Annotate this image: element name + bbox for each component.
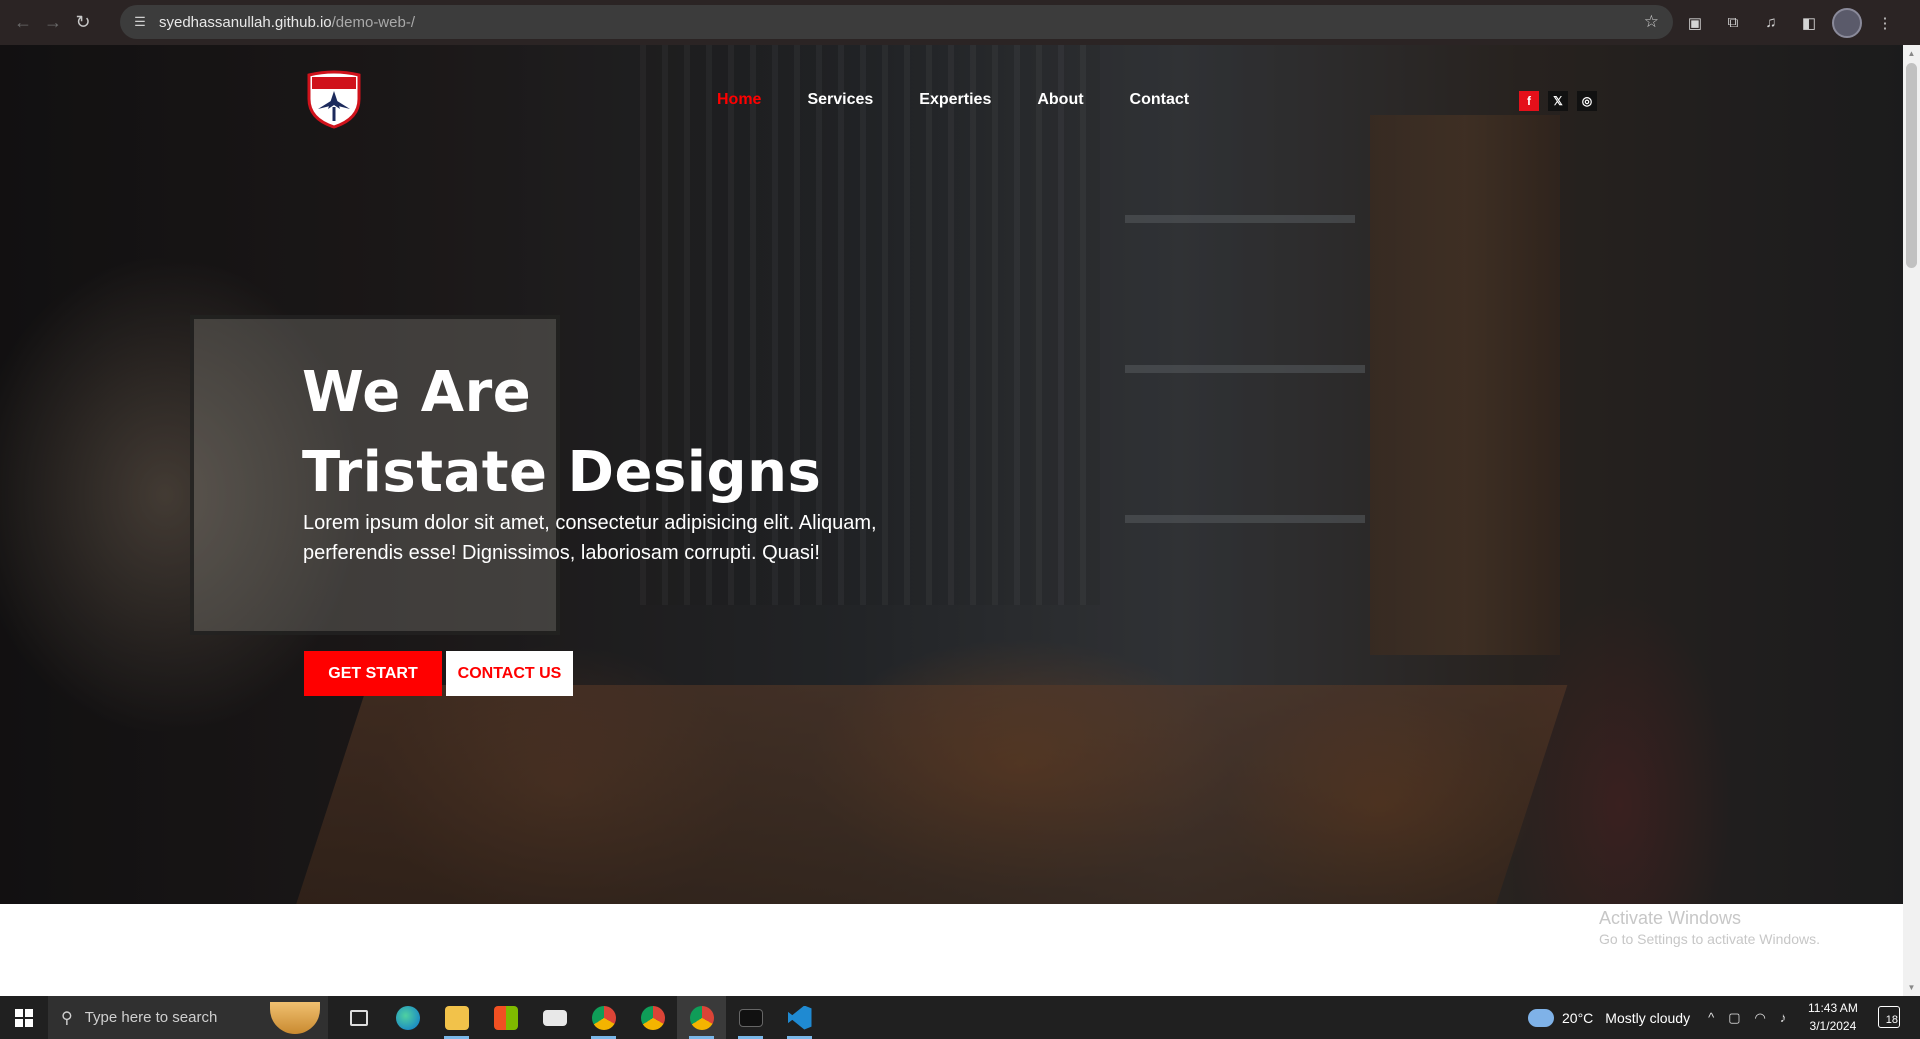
activate-windows-title: Activate Windows (1599, 908, 1742, 928)
extensions-icon[interactable]: ⧉ (1718, 8, 1748, 38)
mail-icon[interactable] (530, 996, 579, 1039)
network-icon[interactable]: ◠ (1755, 1010, 1766, 1026)
weather-condition[interactable]: Mostly cloudy (1605, 1010, 1690, 1026)
facebook-icon[interactable]: f (1519, 91, 1539, 111)
forward-icon[interactable]: → (38, 8, 68, 38)
windows-logo-icon (15, 1008, 33, 1027)
search-highlight-noodles-icon (270, 1002, 320, 1034)
windows-taskbar: ⚲ Type here to search 20°C Mostly cloudy… (0, 996, 1920, 1039)
media-controls-icon[interactable]: ♫ (1756, 8, 1786, 38)
contact-us-button[interactable]: CONTACT US (446, 651, 573, 696)
site-info-icon[interactable]: ☰ (131, 13, 149, 31)
activate-windows-subtitle: Go to Settings to activate Windows. (1599, 931, 1820, 947)
start-button[interactable] (0, 996, 48, 1039)
weather-temperature[interactable]: 20°C (1562, 1010, 1593, 1026)
screenshot-extension-icon[interactable]: ▣ (1680, 8, 1710, 38)
bookmark-star-icon[interactable]: ☆ (1644, 12, 1659, 32)
taskbar-apps (334, 996, 824, 1039)
meet-now-icon[interactable]: ▢ (1728, 1010, 1740, 1026)
terminal-icon[interactable] (726, 996, 775, 1039)
address-bar[interactable]: ☰ syedhassanullah.github.io/demo-web-/ ☆ (120, 5, 1673, 39)
scrollbar-thumb[interactable] (1906, 63, 1917, 268)
url-domain: syedhassanullah.github.io (159, 13, 332, 31)
system-tray: 20°C Mostly cloudy ^ ▢ ◠ ♪ (1528, 996, 1800, 1039)
hero-headline-line1: We Are (302, 360, 532, 425)
clock-time: 11:43 AM (1808, 1001, 1858, 1015)
search-placeholder: Type here to search (84, 1009, 218, 1026)
reload-icon[interactable]: ↻ (68, 8, 98, 38)
nav-experties[interactable]: Experties (919, 91, 991, 109)
tristate-logo[interactable] (304, 69, 364, 129)
hero-overlay (0, 45, 1903, 904)
clock-date: 3/1/2024 (1809, 1019, 1857, 1033)
nav-services[interactable]: Services (807, 91, 873, 109)
hero-section: Home Services Experties About Contact f … (0, 45, 1903, 904)
main-nav: Home Services Experties About Contact (717, 91, 1235, 109)
hero-lead-text: Lorem ipsum dolor sit amet, consectetur … (303, 512, 877, 564)
hero-headline: We Are Tristate Designs (302, 353, 821, 513)
page-scrollbar[interactable]: ▲ ▼ (1903, 45, 1920, 996)
chrome-active-icon[interactable] (677, 996, 726, 1039)
file-explorer-icon[interactable] (432, 996, 481, 1039)
nav-home[interactable]: Home (717, 91, 761, 109)
social-links: f 𝕏 ◎ (1519, 91, 1597, 111)
microsoft-store-icon[interactable] (481, 996, 530, 1039)
side-panel-icon[interactable]: ◧ (1794, 8, 1824, 38)
back-icon[interactable]: ← (8, 8, 38, 38)
notification-center-icon[interactable]: 18 (1878, 1006, 1900, 1028)
vscode-icon[interactable] (775, 996, 824, 1039)
nav-contact[interactable]: Contact (1130, 91, 1190, 109)
scroll-down-arrow-icon[interactable]: ▼ (1907, 983, 1916, 992)
search-icon: ⚲ (61, 1009, 73, 1027)
nav-about[interactable]: About (1037, 91, 1083, 109)
weather-cloud-icon[interactable] (1528, 1008, 1554, 1027)
chrome-profile-r-icon[interactable] (579, 996, 628, 1039)
page-viewport: Home Services Experties About Contact f … (0, 45, 1903, 996)
instagram-icon[interactable]: ◎ (1577, 91, 1597, 111)
hero-headline-line2: Tristate Designs (302, 440, 822, 505)
volume-icon[interactable]: ♪ (1780, 1010, 1787, 1025)
url-path: /demo-web-/ (331, 13, 415, 31)
edge-icon[interactable] (383, 996, 432, 1039)
chrome-profile-b-icon[interactable] (628, 996, 677, 1039)
task-view-icon[interactable] (334, 996, 383, 1039)
menu-dots-icon[interactable]: ⋮ (1870, 8, 1900, 38)
taskbar-search[interactable]: ⚲ Type here to search (48, 996, 328, 1039)
notification-count: 18 (1885, 1014, 1898, 1026)
show-hidden-icons-chevron-icon[interactable]: ^ (1708, 1010, 1714, 1025)
twitter-icon[interactable]: 𝕏 (1548, 91, 1568, 111)
browser-toolbar-right: ▣ ⧉ ♫ ◧ ⋮ (1680, 0, 1900, 45)
get-start-button[interactable]: GET START (304, 651, 442, 696)
browser-toolbar: ← → ↻ ☰ syedhassanullah.github.io/demo-w… (0, 0, 1920, 45)
profile-avatar[interactable] (1832, 7, 1862, 38)
activate-windows-watermark: Activate Windows Go to Settings to activ… (1599, 907, 1820, 949)
scroll-up-arrow-icon[interactable]: ▲ (1907, 49, 1916, 58)
taskbar-clock[interactable]: 11:43 AM 3/1/2024 (1808, 999, 1858, 1035)
url-text[interactable]: syedhassanullah.github.io/demo-web-/ (159, 14, 415, 31)
